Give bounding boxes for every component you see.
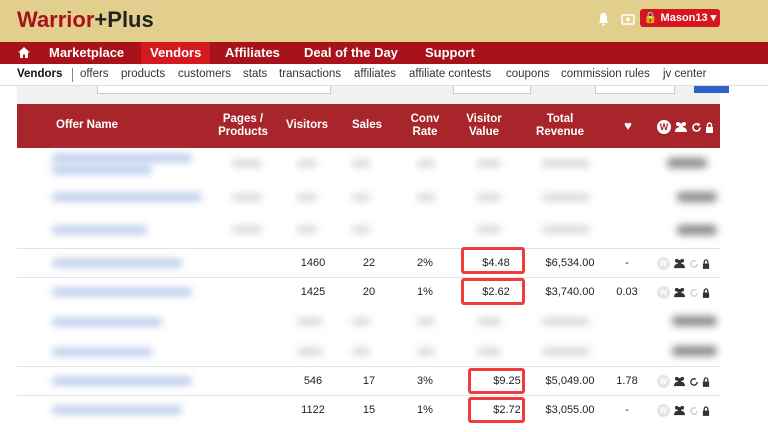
col-visitors[interactable]: Visitors: [279, 104, 335, 148]
visitor-value-highlight: [461, 278, 525, 305]
epc-cell: 1.78: [616, 375, 638, 387]
nav-support[interactable]: Support: [416, 42, 484, 64]
subnav-coupons[interactable]: coupons: [506, 68, 549, 80]
subnav-vendors[interactable]: Vendors: [17, 68, 62, 80]
table-row[interactable]: 546 17 3% $9.25 $5,049.00 1.78 W: [17, 366, 720, 395]
lock-icon: [706, 121, 713, 133]
offer-name-blurred: [17, 278, 227, 307]
table-header: Offer Name Pages / Products Visitors Sal…: [17, 104, 720, 148]
subnav-stats[interactable]: stats: [243, 68, 267, 80]
lock-icon[interactable]: [702, 376, 710, 387]
header-icons: [597, 12, 635, 26]
heart-icon[interactable]: ♥: [615, 104, 641, 148]
visitor-value-highlight: [468, 397, 525, 423]
w-badge-icon[interactable]: W: [657, 286, 670, 299]
date-input[interactable]: [595, 86, 675, 94]
user-menu-button[interactable]: 🔒 Mason13 ▾: [640, 9, 720, 27]
refresh-icon[interactable]: [689, 259, 699, 269]
total-revenue-cell: $6,534.00: [545, 257, 595, 269]
total-revenue-cell: $3,740.00: [545, 286, 595, 298]
col-total-revenue[interactable]: Total Revenue: [528, 104, 592, 148]
sales-cell: 22: [362, 257, 376, 269]
epc-cell: -: [625, 257, 629, 269]
total-revenue-cell: $5,049.00: [545, 375, 595, 387]
users-icon[interactable]: [673, 287, 686, 298]
top-header: Warrior+Plus 🔒 Mason13 ▾: [0, 0, 768, 42]
refresh-icon[interactable]: [689, 288, 699, 298]
users-icon[interactable]: [673, 258, 686, 269]
col-conv-rate[interactable]: Conv Rate: [400, 104, 450, 148]
warriorplus-logo[interactable]: Warrior+Plus: [17, 7, 154, 33]
bell-icon[interactable]: [597, 12, 611, 26]
offer-name-blurred: [17, 396, 227, 425]
table-row[interactable]: 1122 15 1% $2.72 $3,055.00 - W: [17, 395, 720, 424]
sales-cell: 17: [362, 375, 376, 387]
row-action-icons: W: [657, 404, 710, 417]
visitor-value-highlight: [461, 247, 525, 274]
sales-cell: 20: [362, 286, 376, 298]
refresh-icon: [692, 122, 701, 132]
subnav-customers[interactable]: customers: [178, 68, 231, 80]
table-row[interactable]: 1425 20 1% $2.62 $3,740.00 0.03 W: [17, 277, 720, 306]
w-badge-icon: W: [657, 120, 671, 134]
users-icon[interactable]: [673, 405, 686, 416]
w-badge-icon[interactable]: W: [657, 375, 670, 388]
w-badge-icon[interactable]: W: [657, 404, 670, 417]
conv-rate-cell: 1%: [417, 286, 433, 298]
nav-vendors[interactable]: Vendors: [141, 42, 211, 64]
offer-name-blurred: [17, 249, 227, 278]
home-icon[interactable]: [12, 42, 36, 64]
main-nav: Marketplace Vendors Affiliates Deal of t…: [0, 42, 768, 64]
filter-select[interactable]: [453, 86, 531, 94]
visitors-cell: 546: [303, 375, 323, 387]
visitors-cell: 1460: [300, 257, 326, 269]
nav-deal-of-the-day[interactable]: Deal of the Day: [295, 42, 407, 64]
subnav-commission-rules[interactable]: commission rules: [561, 68, 650, 80]
blurred-rows-top: [17, 148, 720, 248]
filter-button[interactable]: [694, 86, 729, 93]
visitors-cell: 1425: [300, 286, 326, 298]
header-action-icons: W: [657, 120, 714, 134]
lock-icon[interactable]: [702, 258, 710, 269]
col-pages-products[interactable]: Pages / Products: [207, 104, 279, 148]
vendor-subnav: Vendors offers products customers stats …: [0, 64, 768, 86]
lock-icon[interactable]: [702, 287, 710, 298]
row-action-icons: W: [657, 257, 710, 270]
epc-cell: -: [625, 404, 629, 416]
col-offer-name[interactable]: Offer Name: [37, 104, 137, 148]
lock-icon[interactable]: [702, 405, 710, 416]
row-action-icons: W: [657, 286, 710, 299]
search-input[interactable]: [97, 86, 331, 94]
users-icon: [675, 122, 687, 132]
subnav-affiliate-contests[interactable]: affiliate contests: [409, 68, 491, 80]
conv-rate-cell: 1%: [417, 404, 433, 416]
total-revenue-cell: $3,055.00: [545, 404, 595, 416]
row-action-icons: W: [657, 375, 710, 388]
table-row[interactable]: 1460 22 2% $4.48 $6,534.00 - W: [17, 248, 720, 277]
subnav-affiliates[interactable]: affiliates: [354, 68, 396, 80]
visitor-value-highlight: [468, 368, 525, 394]
nav-marketplace[interactable]: Marketplace: [40, 42, 133, 64]
conv-rate-cell: 3%: [417, 375, 433, 387]
subnav-transactions[interactable]: transactions: [279, 68, 341, 80]
col-visitor-value[interactable]: Visitor Value: [452, 104, 516, 148]
subnav-offers[interactable]: offers: [80, 68, 109, 80]
epc-cell: 0.03: [616, 286, 638, 298]
filter-bar: [17, 86, 729, 104]
users-icon[interactable]: [673, 376, 686, 387]
conv-rate-cell: 2%: [417, 257, 433, 269]
w-badge-icon[interactable]: W: [657, 257, 670, 270]
col-sales[interactable]: Sales: [339, 104, 395, 148]
refresh-icon[interactable]: [689, 377, 699, 387]
sales-cell: 15: [362, 404, 376, 416]
messages-icon[interactable]: [621, 12, 635, 26]
refresh-icon[interactable]: [689, 406, 699, 416]
subnav-products[interactable]: products: [121, 68, 165, 80]
subnav-divider: [72, 68, 73, 82]
offer-name-blurred: [17, 367, 227, 396]
nav-affiliates[interactable]: Affiliates: [216, 42, 289, 64]
visitors-cell: 1122: [301, 404, 325, 416]
blurred-rows-middle: [17, 306, 720, 366]
subnav-jv-center[interactable]: jv center: [663, 68, 706, 80]
